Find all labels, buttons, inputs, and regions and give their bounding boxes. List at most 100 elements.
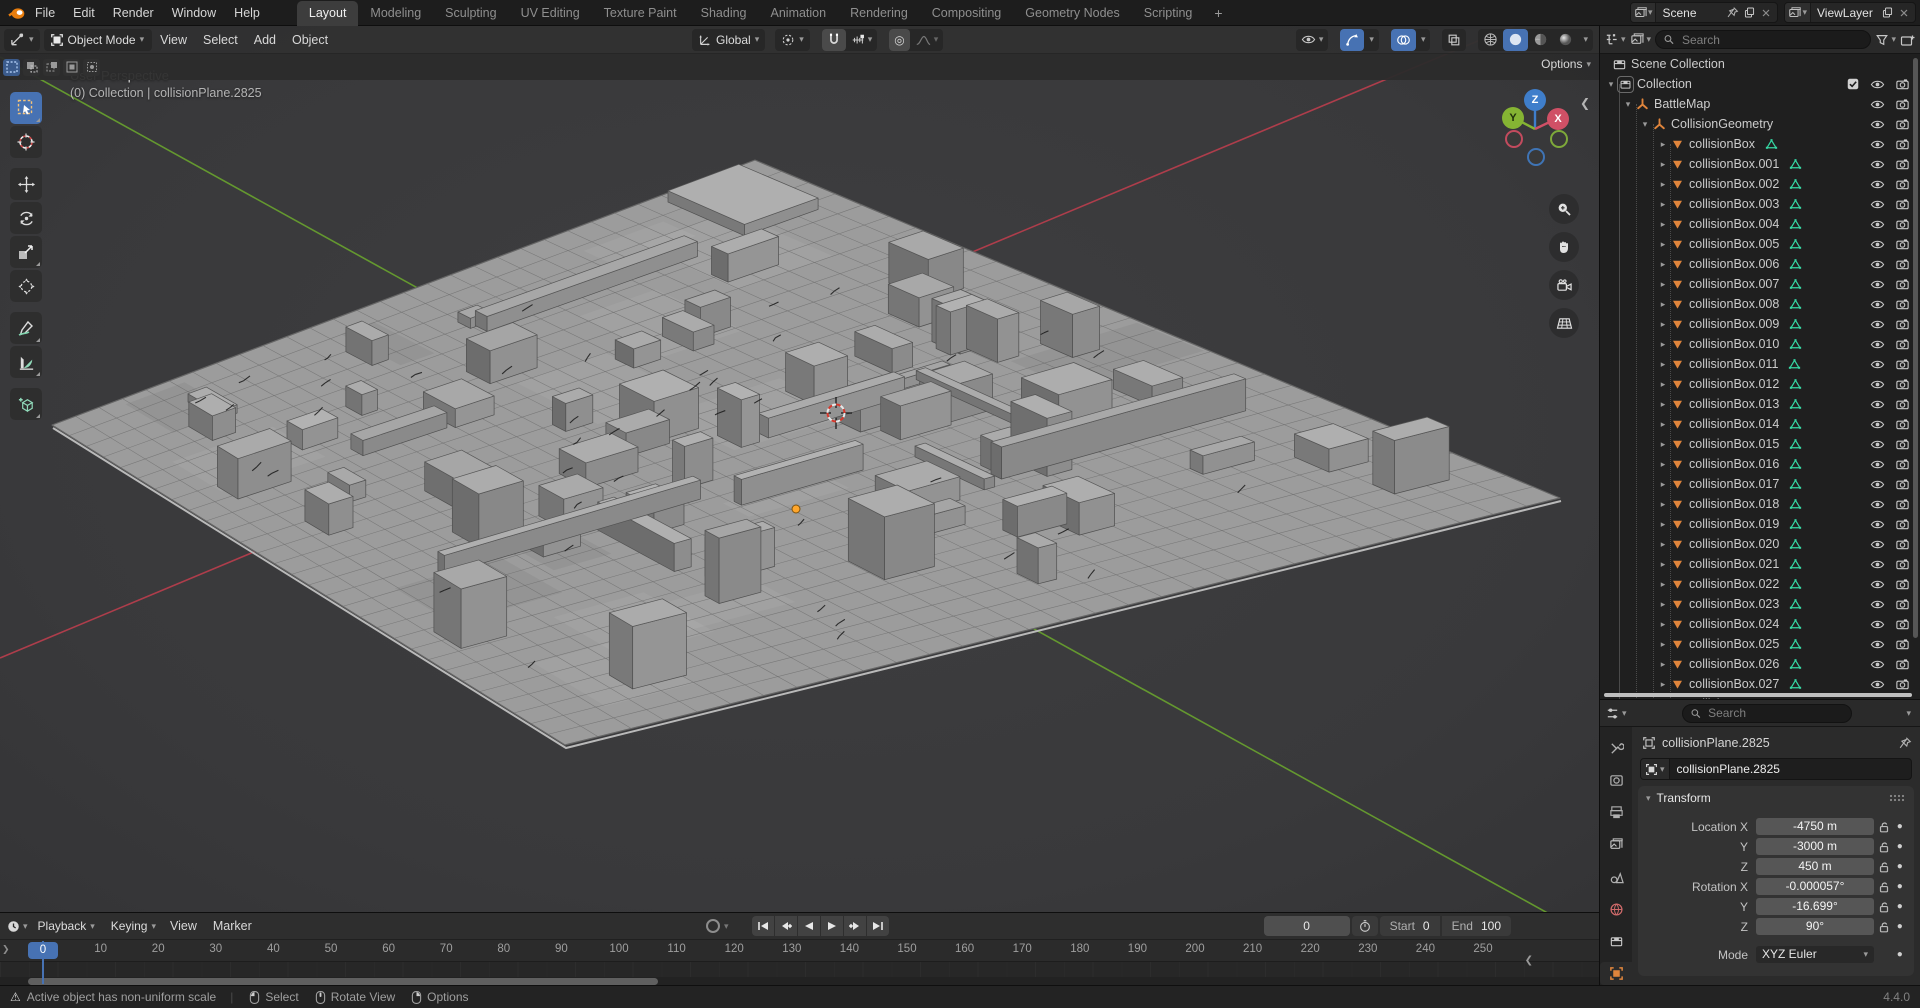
shading-material-button[interactable] (1528, 29, 1553, 51)
hide-eye-icon[interactable] (1870, 577, 1885, 592)
menu-view[interactable]: View (152, 33, 195, 47)
orthographic-toggle-button[interactable] (1549, 308, 1579, 338)
outliner-item-scene-collection[interactable]: Scene Collection (1600, 54, 1920, 74)
current-frame-field[interactable]: 0 (1264, 916, 1350, 936)
orientation-dropdown[interactable]: Global▾ (692, 29, 765, 51)
outliner-vertical-scrollbar[interactable] (1913, 58, 1918, 638)
tab-world[interactable] (1603, 898, 1629, 921)
hide-eye-icon[interactable] (1870, 677, 1885, 692)
render-camera-icon[interactable] (1895, 97, 1910, 112)
timeline-tick[interactable]: 150 (907, 940, 926, 955)
play-button[interactable] (821, 916, 843, 936)
render-camera-icon[interactable] (1895, 297, 1910, 312)
hide-eye-icon[interactable] (1870, 457, 1885, 472)
hide-eye-icon[interactable] (1870, 497, 1885, 512)
timeline-marker-menu[interactable]: Marker (205, 919, 260, 933)
blender-logo-icon[interactable] (8, 6, 26, 20)
hide-eye-icon[interactable] (1870, 157, 1885, 172)
outliner-filter-dropdown[interactable]: ▾ (1875, 33, 1896, 47)
lock-icon[interactable] (1877, 880, 1891, 894)
select-mode-subtract[interactable] (43, 59, 60, 76)
navigation-gizmo[interactable]: Z Y X (1488, 86, 1584, 182)
render-camera-icon[interactable] (1895, 197, 1910, 212)
tab-collection[interactable] (1603, 930, 1629, 953)
workspace-tab[interactable]: UV Editing (509, 1, 592, 26)
timeline-view-menu[interactable]: View (162, 919, 205, 933)
next-keyframe-button[interactable] (844, 916, 866, 936)
tool-transform[interactable] (10, 270, 42, 302)
hide-eye-icon[interactable] (1870, 177, 1885, 192)
outliner-item-collision-box[interactable]: ▸ collisionBox.020 (1600, 534, 1920, 554)
expand-icon[interactable]: ▸ (1656, 339, 1670, 350)
outliner-item-collision-box[interactable]: ▸ collisionBox.008 (1600, 294, 1920, 314)
zoom-button[interactable] (1549, 194, 1579, 224)
hide-eye-icon[interactable] (1870, 617, 1885, 632)
tab-object[interactable] (1600, 962, 1632, 985)
animate-dot[interactable]: ● (1894, 921, 1906, 932)
render-camera-icon[interactable] (1895, 257, 1910, 272)
outliner-item-collision-box[interactable]: ▸ collisionBox.025 (1600, 634, 1920, 654)
outliner-item-collision-box[interactable]: ▸ collisionBox.019 (1600, 514, 1920, 534)
timeline-tick[interactable]: 250 (1483, 940, 1502, 955)
render-camera-icon[interactable] (1895, 137, 1910, 152)
animate-dot[interactable]: ● (1894, 949, 1906, 960)
playback-menu[interactable]: Playback▾ (32, 915, 101, 937)
menu-help[interactable]: Help (225, 0, 269, 26)
browse-viewlayer-icon[interactable]: ▾ (1785, 3, 1811, 22)
timeline-tick[interactable]: 20 (158, 940, 171, 955)
shading-dropdown[interactable]: ▾ (1578, 29, 1593, 51)
outliner-item-collision-box[interactable]: ▸ collisionBox.022 (1600, 574, 1920, 594)
remove-viewlayer-icon[interactable] (1898, 7, 1910, 19)
workspace-tab[interactable]: Compositing (920, 1, 1013, 26)
render-camera-icon[interactable] (1895, 617, 1910, 632)
viewport-scene[interactable] (0, 26, 1600, 912)
outliner-item-collection[interactable]: ▾ Collection (1600, 74, 1920, 94)
outliner-item-collision-box[interactable]: ▸ collisionBox.026 (1600, 654, 1920, 674)
hide-eye-icon[interactable] (1870, 397, 1885, 412)
shading-rendered-button[interactable] (1553, 29, 1578, 51)
render-camera-icon[interactable] (1895, 317, 1910, 332)
expand-icon[interactable]: ▸ (1656, 319, 1670, 330)
gizmo-x-axis[interactable]: X (1547, 108, 1569, 130)
expand-icon[interactable]: ▸ (1656, 219, 1670, 230)
hide-eye-icon[interactable] (1870, 357, 1885, 372)
expand-icon[interactable]: ▸ (1656, 299, 1670, 310)
workspace-tab[interactable]: Sculpting (433, 1, 508, 26)
outliner-item-collision-box[interactable]: ▸ collisionBox.021 (1600, 554, 1920, 574)
timeline-tick[interactable]: 170 (1022, 940, 1041, 955)
outliner-item-collision-geometry[interactable]: ▾ CollisionGeometry (1600, 114, 1920, 134)
outliner-item-collision-box[interactable]: ▸ collisionBox.014 (1600, 414, 1920, 434)
hide-eye-icon[interactable] (1870, 317, 1885, 332)
render-camera-icon[interactable] (1895, 217, 1910, 232)
outliner-item-battlemap[interactable]: ▾ BattleMap (1600, 94, 1920, 114)
render-camera-icon[interactable] (1895, 77, 1910, 92)
properties-options-dropdown[interactable]: ▾ (1906, 709, 1911, 718)
timeline-tick[interactable]: 10 (101, 940, 114, 955)
playhead-badge[interactable]: 0 (28, 942, 58, 959)
render-camera-icon[interactable] (1895, 357, 1910, 372)
hide-eye-icon[interactable] (1870, 137, 1885, 152)
outliner-search[interactable] (1655, 30, 1871, 49)
render-camera-icon[interactable] (1895, 277, 1910, 292)
timeline-tick[interactable]: 100 (619, 940, 638, 955)
hide-eye-icon[interactable] (1870, 437, 1885, 452)
expand-icon[interactable]: ▸ (1656, 439, 1670, 450)
menu-file[interactable]: File (26, 0, 64, 26)
render-camera-icon[interactable] (1895, 477, 1910, 492)
timeline-tick[interactable]: 60 (389, 940, 402, 955)
shading-wireframe-button[interactable] (1478, 29, 1503, 51)
outliner-item-collision-box[interactable]: ▸ collisionBox.012 (1600, 374, 1920, 394)
workspace-tab[interactable]: Texture Paint (592, 1, 689, 26)
timeline-tick[interactable]: 80 (504, 940, 517, 955)
browse-scene-icon[interactable]: ▾ (1631, 3, 1657, 22)
select-mode-invert[interactable] (63, 59, 80, 76)
outliner-item-collision-box[interactable]: ▸ collisionBox.023 (1600, 594, 1920, 614)
workspace-tab[interactable]: Scripting (1132, 1, 1205, 26)
render-camera-icon[interactable] (1895, 677, 1910, 692)
tool-annotate[interactable] (10, 312, 42, 344)
lock-icon[interactable] (1877, 920, 1891, 934)
timeline-tick[interactable]: 40 (273, 940, 286, 955)
animate-dot[interactable]: ● (1894, 821, 1906, 832)
outliner-item-collision-box[interactable]: ▸ collisionBox.004 (1600, 214, 1920, 234)
hide-eye-icon[interactable] (1870, 117, 1885, 132)
